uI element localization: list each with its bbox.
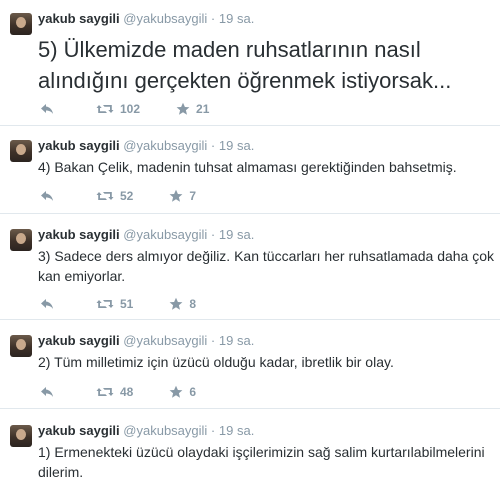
user-name[interactable]: yakub saygili bbox=[38, 227, 120, 242]
separator-dot: · bbox=[210, 11, 216, 26]
timestamp[interactable]: 19 sa. bbox=[219, 333, 254, 348]
tweet-text-line-2: kan emiyorlar. bbox=[38, 268, 126, 284]
retweet-count: 51 bbox=[120, 297, 134, 311]
timestamp[interactable]: 19 sa. bbox=[219, 11, 254, 26]
reply-icon bbox=[41, 299, 53, 309]
favorite-count: 8 bbox=[189, 297, 197, 311]
reply-icon bbox=[41, 387, 53, 397]
user-name[interactable]: yakub saygili bbox=[38, 138, 120, 153]
separator-dot: · bbox=[210, 138, 216, 153]
retweet-button[interactable]: 51 bbox=[96, 297, 133, 311]
reply-button[interactable] bbox=[40, 190, 56, 202]
star-icon bbox=[176, 102, 190, 115]
favorite-button[interactable]: 6 bbox=[169, 385, 196, 399]
favorite-button[interactable]: 21 bbox=[176, 102, 209, 116]
tweet-header: yakub saygili @yakubsaygili · 19 sa. bbox=[38, 333, 254, 349]
avatar[interactable] bbox=[10, 335, 32, 357]
favorite-button[interactable]: 8 bbox=[169, 297, 196, 311]
retweet-count: 52 bbox=[120, 189, 134, 203]
reply-button[interactable] bbox=[40, 386, 56, 398]
user-handle[interactable]: @yakubsaygili bbox=[123, 423, 207, 438]
favorite-count: 7 bbox=[189, 189, 197, 203]
separator-dot: · bbox=[210, 227, 216, 242]
tweet-item[interactable]: yakub saygili @yakubsaygili · 19 sa. 3) … bbox=[0, 214, 500, 320]
separator-dot: · bbox=[210, 333, 216, 348]
tweet-item[interactable]: yakub saygili @yakubsaygili · 19 sa. 1) … bbox=[0, 409, 500, 490]
tweet-item[interactable]: yakub saygili @yakubsaygili · 19 sa. 4) … bbox=[0, 126, 500, 214]
user-handle[interactable]: @yakubsaygili bbox=[123, 227, 207, 242]
user-handle[interactable]: @yakubsaygili bbox=[123, 138, 207, 153]
user-name[interactable]: yakub saygili bbox=[38, 11, 120, 26]
favorite-count: 21 bbox=[196, 102, 210, 116]
tweet-actions: 51 8 bbox=[40, 296, 232, 312]
retweet-button[interactable]: 52 bbox=[96, 189, 133, 203]
avatar[interactable] bbox=[10, 229, 32, 251]
retweet-icon bbox=[96, 388, 114, 396]
star-icon bbox=[169, 385, 183, 398]
user-name[interactable]: yakub saygili bbox=[38, 423, 120, 438]
favorite-button[interactable]: 7 bbox=[169, 189, 196, 203]
tweet-text: 2) Tüm milletimiz için üzücü olduğu kada… bbox=[38, 354, 394, 370]
timestamp[interactable]: 19 sa. bbox=[219, 423, 254, 438]
star-icon bbox=[169, 297, 183, 310]
retweet-icon bbox=[96, 300, 114, 308]
retweet-button[interactable]: 102 bbox=[96, 102, 140, 116]
tweet-actions: 52 7 bbox=[40, 188, 232, 204]
retweet-button[interactable]: 48 bbox=[96, 385, 133, 399]
retweet-icon bbox=[96, 105, 114, 113]
tweet-text: 5) Ülkemizde maden ruhsatlarının nasıl a… bbox=[38, 37, 452, 93]
tweet-header: yakub saygili @yakubsaygili · 19 sa. bbox=[38, 138, 254, 154]
avatar[interactable] bbox=[10, 140, 32, 162]
star-icon bbox=[169, 189, 183, 202]
tweet-actions: 48 6 bbox=[40, 384, 232, 400]
reply-icon bbox=[41, 104, 53, 114]
reply-button[interactable] bbox=[40, 298, 56, 310]
avatar[interactable] bbox=[10, 425, 32, 447]
timestamp[interactable]: 19 sa. bbox=[219, 138, 254, 153]
user-handle[interactable]: @yakubsaygili bbox=[123, 333, 207, 348]
reply-button[interactable] bbox=[40, 103, 56, 115]
tweet-actions: 102 21 bbox=[40, 101, 245, 117]
retweet-count: 48 bbox=[120, 385, 134, 399]
retweet-icon bbox=[96, 192, 114, 200]
avatar[interactable] bbox=[10, 13, 32, 35]
tweet-item[interactable]: yakub saygili @yakubsaygili · 19 sa. 5) … bbox=[0, 0, 500, 126]
tweet-feed: yakub saygili @yakubsaygili · 19 sa. 5) … bbox=[0, 0, 500, 490]
tweet-text-line-1: 1) Ermenekteki üzücü olaydaki işçilerimi… bbox=[38, 444, 485, 460]
retweet-count: 102 bbox=[120, 102, 141, 116]
user-handle[interactable]: @yakubsaygili bbox=[123, 11, 207, 26]
user-name[interactable]: yakub saygili bbox=[38, 333, 120, 348]
separator-dot: · bbox=[210, 423, 216, 438]
tweet-header: yakub saygili @yakubsaygili · 19 sa. bbox=[38, 227, 254, 243]
timestamp[interactable]: 19 sa. bbox=[219, 227, 254, 242]
favorite-count: 6 bbox=[189, 385, 197, 399]
tweet-header: yakub saygili @yakubsaygili · 19 sa. bbox=[38, 11, 254, 27]
tweet-header: yakub saygili @yakubsaygili · 19 sa. bbox=[38, 423, 254, 439]
tweet-item[interactable]: yakub saygili @yakubsaygili · 19 sa. 2) … bbox=[0, 320, 500, 409]
tweet-text: 4) Bakan Çelik, madenin tuhsat almaması … bbox=[38, 159, 457, 175]
tweet-text-line-2: dilerim. bbox=[38, 464, 84, 480]
reply-icon bbox=[41, 191, 53, 201]
tweet-text-line-1: 3) Sadece ders almıyor değiliz. Kan tücc… bbox=[38, 248, 495, 264]
